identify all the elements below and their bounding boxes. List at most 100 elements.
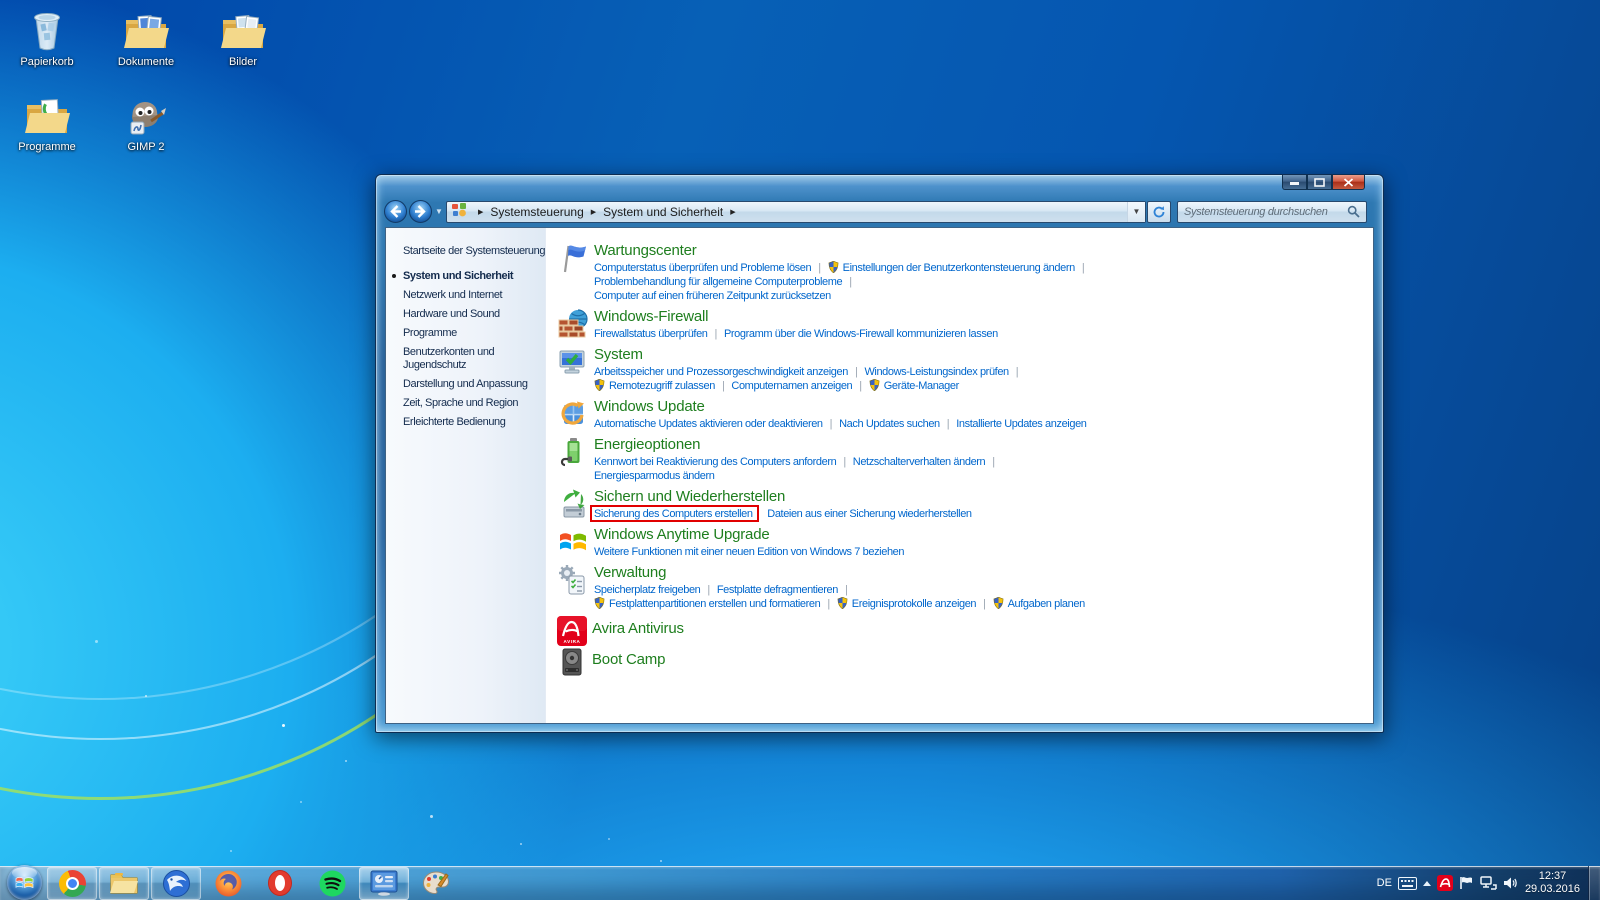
power-options-icon — [557, 436, 589, 468]
task-link-kennwort-bei-reaktivierung-des-computers[interactable]: Kennwort bei Reaktivierung des Computers… — [594, 456, 837, 468]
taskbar-firefox-button[interactable] — [203, 867, 253, 900]
link-separator: | — [818, 262, 821, 274]
admin-tools-icon — [557, 564, 589, 596]
section-title[interactable]: Windows-Firewall — [594, 308, 998, 325]
breadcrumb-systemsteuerung[interactable]: Systemsteuerung — [490, 205, 583, 219]
show-hidden-icons-chevron[interactable] — [1422, 880, 1431, 886]
network-icon[interactable] — [1480, 876, 1497, 890]
task-link-ereignisprotokolle-anzeigen[interactable]: Ereignisprotokolle anzeigen — [837, 596, 977, 610]
refresh-button[interactable] — [1147, 200, 1171, 223]
sidebar-item-programme[interactable]: Programme — [403, 327, 545, 340]
taskbar-chrome-button[interactable] — [47, 866, 97, 900]
task-link-arbeitsspeicher-und-prozessorgeschwindig[interactable]: Arbeitsspeicher und Prozessorgeschwindig… — [594, 366, 848, 378]
sidebar-item-hardware-und-sound[interactable]: Hardware und Sound — [403, 308, 545, 321]
taskbar-paint-button[interactable] — [411, 867, 461, 900]
show-desktop-button[interactable] — [1588, 866, 1600, 900]
clock[interactable]: 12:37 29.03.2016 — [1525, 870, 1580, 896]
taskbar-opera-button[interactable] — [255, 867, 305, 900]
taskbar-explorer-button[interactable] — [99, 866, 149, 900]
section-title[interactable]: Avira Antivirus — [592, 616, 684, 636]
link-separator: | — [843, 456, 846, 468]
volume-icon[interactable] — [1503, 876, 1517, 890]
start-button[interactable] — [7, 864, 42, 900]
section-title[interactable]: Boot Camp — [592, 647, 665, 667]
task-link-automatische-updates-aktivieren-oder-dea[interactable]: Automatische Updates aktivieren oder dea… — [594, 418, 823, 430]
minimize-button[interactable] — [1282, 175, 1307, 190]
sidebar-item-system-und-sicherheit[interactable]: System und Sicherheit — [392, 270, 545, 283]
task-link-computerstatus-überprüfen-und-probleme-l[interactable]: Computerstatus überprüfen und Probleme l… — [594, 262, 812, 274]
section-title[interactable]: Windows Update — [594, 398, 1087, 415]
task-link-weitere-funktionen-mit-einer-neuen-editi[interactable]: Weitere Funktionen mit einer neuen Editi… — [594, 546, 905, 558]
task-link-computer-auf-einen-früheren-zeitpunkt-zu[interactable]: Computer auf einen früheren Zeitpunkt zu… — [594, 290, 831, 302]
desktop-icon-label: Bilder — [228, 56, 258, 68]
task-link-problembehandlung-für-allgemeine-compute[interactable]: Problembehandlung für allgemeine Compute… — [594, 276, 843, 288]
window-titlebar[interactable] — [376, 175, 1383, 196]
task-link-remotezugriff-zulassen[interactable]: Remotezugriff zulassen — [594, 378, 715, 392]
close-button[interactable] — [1332, 175, 1365, 190]
task-link-sicherung-des-computers-erstellen[interactable]: Sicherung des Computers erstellen — [594, 508, 753, 520]
desktop-icon-bilder[interactable]: Bilder — [197, 8, 289, 68]
uac-shield-icon — [993, 596, 1004, 613]
link-separator: | — [844, 584, 848, 596]
keyboard-icon[interactable] — [1397, 876, 1417, 890]
desktop-icon-label: Papierkorb — [20, 56, 74, 68]
task-link-programm-über-die-windows-firewall-kommu[interactable]: Programm über die Windows-Firewall kommu… — [724, 328, 998, 340]
sidebar-item-zeit-sprache-und-region[interactable]: Zeit, Sprache und Region — [403, 397, 545, 410]
section-title[interactable]: System — [594, 346, 1025, 363]
sidebar-item-netzwerk-und-internet[interactable]: Netzwerk und Internet — [403, 289, 545, 302]
link-separator: | — [983, 598, 986, 610]
link-separator: | — [827, 598, 830, 610]
desktop-icon-programme[interactable]: Programme — [1, 93, 93, 153]
task-link-dateien-aus-einer-sicherung-wiederherste[interactable]: Dateien aus einer Sicherung wiederherste… — [767, 508, 972, 520]
task-link-festplattenpartitionen-erstellen-und-for[interactable]: Festplattenpartitionen erstellen und for… — [594, 596, 821, 610]
section-title[interactable]: Sichern und Wiederherstellen — [594, 488, 972, 505]
search-box[interactable]: Systemsteuerung durchsuchen — [1177, 200, 1367, 223]
task-link-energiesparmodus-ändern[interactable]: Energiesparmodus ändern — [594, 470, 715, 482]
avira-tray-icon[interactable] — [1436, 875, 1453, 891]
task-link-firewallstatus-überprüfen[interactable]: Firewallstatus überprüfen — [594, 328, 708, 340]
backup-restore-icon — [557, 488, 589, 520]
address-dropdown-arrow[interactable]: ▼ — [1127, 201, 1145, 222]
forward-button[interactable] — [409, 200, 432, 223]
language-indicator[interactable]: DE — [1377, 877, 1392, 889]
section-boot-camp: Boot Camp — [557, 647, 1373, 678]
task-link-speicherplatz-freigeben[interactable]: Speicherplatz freigeben — [594, 584, 701, 596]
task-link-netzschalterverhalten-ändern[interactable]: Netzschalterverhalten ändern — [853, 456, 986, 468]
section-title[interactable]: Verwaltung — [594, 564, 1085, 581]
sidebar-item-darstellung-und-anpassung[interactable]: Darstellung und Anpassung — [403, 378, 545, 391]
task-link-installierte-updates-anzeigen[interactable]: Installierte Updates anzeigen — [956, 418, 1087, 430]
taskbar-control-panel-button[interactable] — [359, 866, 409, 900]
control-panel-small-icon — [452, 203, 467, 220]
link-separator: | — [849, 276, 852, 288]
sidebar-item-startseite-der-systemsteuerung[interactable]: Startseite der Systemsteuerung — [403, 245, 545, 258]
taskbar-thunderbird-button[interactable] — [151, 866, 201, 900]
desktop-icon-dokumente[interactable]: Dokumente — [100, 8, 192, 68]
breadcrumb-system-und-sicherheit[interactable]: System und Sicherheit — [603, 205, 723, 219]
desktop-icon-papierkorb[interactable]: Papierkorb — [1, 8, 93, 68]
action-center-flag-icon[interactable] — [1459, 876, 1474, 890]
section-title[interactable]: Energieoptionen — [594, 436, 1002, 453]
task-link-festplatte-defragmentieren[interactable]: Festplatte defragmentieren — [717, 584, 838, 596]
task-link-computernamen-anzeigen[interactable]: Computernamen anzeigen — [731, 380, 852, 392]
recycle-bin-icon — [1, 8, 93, 52]
sidebar-item-benutzerkonten-und-jugendschutz[interactable]: Benutzerkonten und Jugendschutz — [403, 346, 545, 372]
task-link-windows-leistungsindex-prüfen[interactable]: Windows-Leistungsindex prüfen — [864, 366, 1009, 378]
taskbar-spotify-button[interactable] — [307, 867, 357, 900]
task-link-einstellungen-der-benutzerkontensteuerun[interactable]: Einstellungen der Benutzerkontensteuerun… — [828, 260, 1075, 274]
link-separator: | — [946, 418, 950, 430]
desktop-icon-gimp-2[interactable]: GIMP 2 — [100, 93, 192, 153]
link-separator: | — [854, 366, 858, 378]
recent-pages-dropdown[interactable]: ▼ — [433, 207, 445, 216]
section-title[interactable]: Wartungscenter — [594, 242, 1091, 259]
task-link-aufgaben-planen[interactable]: Aufgaben planen — [993, 596, 1085, 613]
control-panel-icon — [370, 870, 398, 896]
task-link-nach-updates-suchen[interactable]: Nach Updates suchen — [839, 418, 940, 430]
sidebar-item-erleichterte-bedienung[interactable]: Erleichterte Bedienung — [403, 416, 545, 429]
task-link-geräte-manager[interactable]: Geräte-Manager — [869, 378, 959, 392]
paint-icon — [422, 870, 450, 896]
maximize-button[interactable] — [1307, 175, 1332, 190]
back-button[interactable] — [384, 200, 407, 223]
section-windows-firewall: Windows-Firewall Firewallstatus überprüfe… — [557, 308, 1373, 341]
section-title[interactable]: Windows Anytime Upgrade — [594, 526, 904, 543]
address-bar[interactable]: ▶ Systemsteuerung ▶ System und Sicherhei… — [446, 200, 1146, 223]
